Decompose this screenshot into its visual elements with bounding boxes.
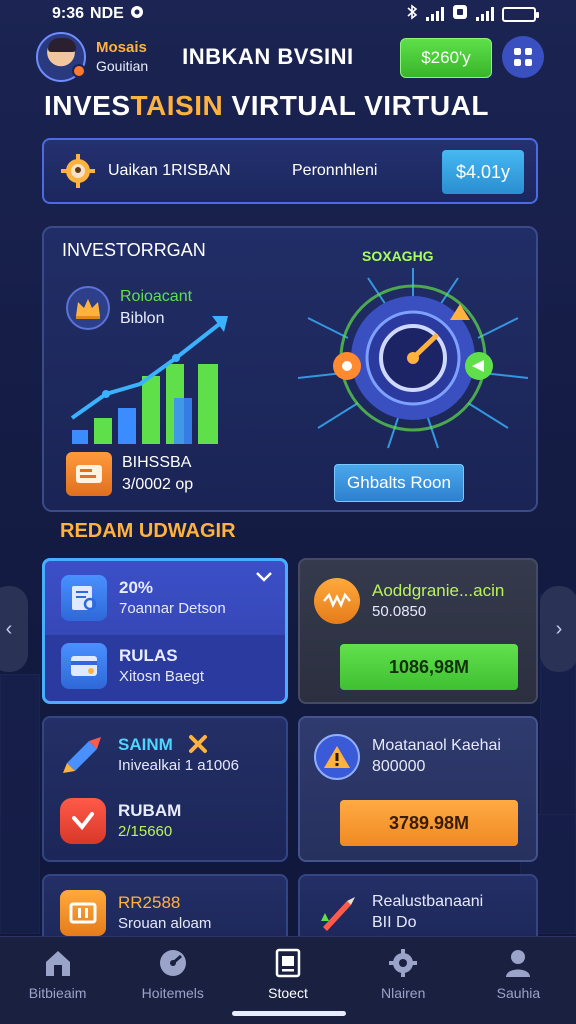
card5-subtitle: Srouan aloam: [118, 915, 212, 933]
rocket-icon: [60, 732, 106, 778]
info-label: Uaikan 1RISBAN: [108, 162, 231, 179]
card4-subtitle: 800000: [372, 758, 426, 775]
asset-card-3[interactable]: SAINM Inivealkai 1 a1006 RUBAM 2/15660: [42, 716, 288, 862]
notification-icon: [130, 5, 144, 24]
card3-row2-subtitle: 2/15660: [118, 823, 173, 841]
card4-invest-button[interactable]: 3789.98M: [340, 800, 518, 846]
asset-card-1[interactable]: 20% 7oannar Detson RULAS Xitosn Baegt: [42, 558, 288, 704]
card2-subtitle: 50.0850: [372, 603, 427, 621]
pen-icon: [314, 890, 360, 936]
asset-card-4[interactable]: Moatanaol Kaehai 800000 3789.98M: [298, 716, 538, 862]
card1-row1-subtitle: 7oannar Detson: [119, 600, 226, 618]
card6-subtitle: BII Do: [372, 914, 417, 931]
signal-icon-2: [476, 7, 494, 21]
nav-item-news[interactable]: Nlairen: [346, 937, 461, 1024]
check-heart-icon: [60, 798, 106, 844]
card1-row1-title: 20%: [119, 578, 154, 598]
signal-icon: [426, 7, 444, 21]
nav-label-home: Bitbieaim: [28, 985, 87, 1001]
app-header: Mosais Gouitian INBKAN BVSINI $260'y: [36, 30, 544, 84]
gear-icon: [58, 151, 98, 191]
clock: 9:36: [52, 5, 85, 22]
user-subtitle: Gouitian: [96, 57, 149, 74]
scroll-right-arrow-icon[interactable]: ›: [540, 586, 576, 672]
growth-bar-chart-icon: [70, 316, 228, 444]
investment-panel: INVESTORRGAN Roioacant Biblon BIHSSBA 3/…: [42, 226, 538, 512]
asset-card-2[interactable]: Aoddgranie...acin 50.0850 1086,98M: [298, 558, 538, 704]
stats-value: 3/0002 op: [122, 476, 194, 493]
box-icon: [60, 890, 106, 936]
nav-label-markets: Hoitemels: [141, 985, 204, 1001]
stats-name: BIHSSBA: [122, 454, 192, 472]
info-action-button[interactable]: $4.01y: [442, 150, 524, 194]
page-title-part2: VIRTUAL VIRTUAL: [223, 90, 489, 121]
hub-action-button[interactable]: Ghbalts Roon: [334, 464, 464, 502]
card1-row2-title: RULAS: [119, 646, 178, 666]
status-left-icons: NDE: [90, 5, 124, 22]
home-indicator[interactable]: [232, 1011, 346, 1016]
user-icon: [502, 947, 534, 979]
card3-row1-title: SAINM: [118, 735, 173, 755]
info-bar: Uaikan 1RISBAN Peronnhleni $4.01y: [42, 138, 538, 204]
grid-menu-icon[interactable]: [502, 36, 544, 78]
card2-invest-button[interactable]: 1086,98M: [340, 644, 518, 690]
close-x-icon: [189, 735, 207, 753]
warning-icon: [314, 734, 360, 780]
nav-item-home[interactable]: Bitbieaim: [0, 937, 115, 1024]
page-title-highlight: TAISIN: [130, 90, 224, 121]
card2-title: Aoddgranie...acin: [372, 581, 505, 601]
battery-icon: [502, 6, 539, 22]
card4-title: Moatanaol Kaehai: [372, 737, 501, 755]
nav-label-news: Nlairen: [381, 985, 426, 1001]
avatar[interactable]: [36, 32, 86, 82]
page-title-part1: INVES: [44, 90, 131, 121]
nav-label-stocks: Stoect: [268, 985, 308, 1001]
gear-nav-icon: [387, 947, 419, 979]
coin-icon: [314, 578, 360, 624]
card5-title: RR2588: [118, 893, 181, 913]
card3-row2-title: RUBAM: [118, 801, 182, 821]
balance-button[interactable]: $260'y: [400, 38, 492, 78]
home-icon: [42, 947, 74, 979]
online-dot: [72, 64, 86, 78]
card-icon: [61, 643, 107, 689]
wallet-icon: [66, 452, 112, 496]
portfolio-name: Roioacant: [120, 288, 193, 306]
section-title: REDAM UDWAGIR: [60, 520, 236, 542]
nav-item-profile[interactable]: Sauhia: [461, 937, 576, 1024]
scroll-left-arrow-icon[interactable]: ‹: [0, 586, 28, 672]
card1-row2-subtitle: Xitosn Baegt: [119, 668, 205, 686]
page-title: INVESTAISIN VIRTUAL VIRTUAL: [44, 90, 489, 122]
document-icon: [272, 947, 304, 979]
investment-title: INVESTORRGAN: [62, 240, 206, 260]
stats-summary[interactable]: BIHSSBA 3/0002 op: [66, 452, 193, 496]
chevron-down-icon[interactable]: [255, 571, 273, 583]
gauge-icon: [157, 947, 189, 979]
app-title: INBKAN BVSINI: [182, 44, 354, 69]
info-status: Peronnhleni: [292, 162, 378, 179]
nav-label-profile: Sauhia: [496, 985, 541, 1001]
document-search-icon: [61, 575, 107, 621]
status-bar: 9:36 NDE: [0, 0, 576, 28]
user-name: Mosais: [96, 38, 147, 56]
card3-row1-subtitle: Inivealkai 1 a1006: [118, 757, 239, 775]
nav-item-markets[interactable]: Hoitemels: [115, 937, 230, 1024]
card6-title: Realustbanaani: [372, 893, 484, 911]
nfc-icon: [452, 4, 468, 25]
compass-hub-icon: [297, 268, 529, 449]
bluetooth-icon: [406, 3, 418, 25]
